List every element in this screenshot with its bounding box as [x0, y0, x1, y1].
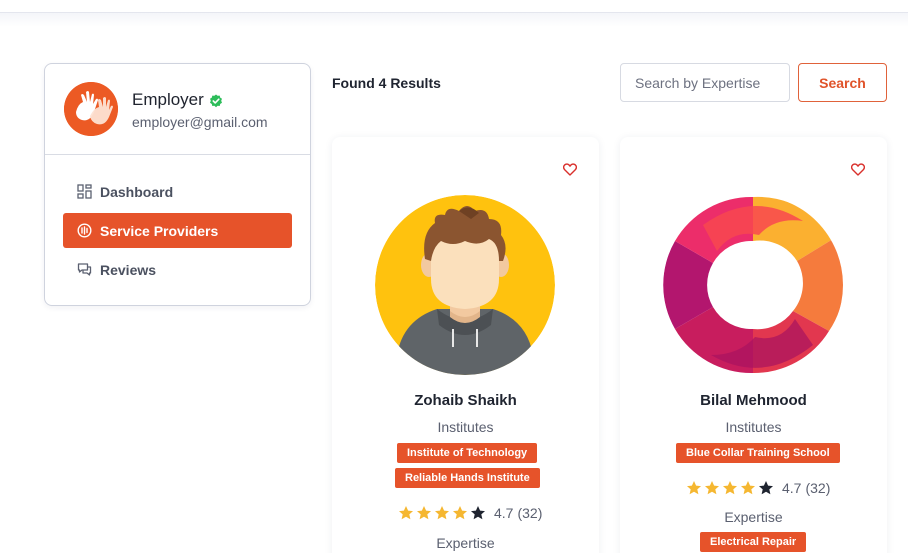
sidebar-item-dashboard[interactable]: Dashboard — [63, 174, 292, 209]
provider-category: Institutes — [725, 419, 782, 435]
provider-rating: 4.7 (32) — [686, 480, 830, 496]
service-providers-icon — [77, 223, 92, 238]
star-empty-icon — [759, 481, 773, 495]
provider-name[interactable]: Zohaib Shaikh — [332, 392, 599, 409]
expertise-label: Expertise — [436, 535, 495, 551]
star-filled-icon — [453, 506, 467, 520]
rating-value: 4.7 — [782, 480, 802, 496]
expertise-label: Expertise — [724, 509, 783, 525]
provider-tag: Blue Collar Training School — [676, 443, 840, 463]
provider-category: Institutes — [437, 419, 494, 435]
sidebar-item-service-providers[interactable]: Service Providers — [63, 213, 292, 248]
provider-card[interactable]: Zohaib Shaikh Institutes Institute of Te… — [332, 137, 599, 553]
expertise-tag: Electrical Repair — [700, 532, 807, 552]
star-filled-icon — [705, 481, 719, 495]
sidebar-item-label: Dashboard — [100, 183, 174, 200]
review-count: (32) — [517, 505, 543, 521]
user-email: employer@gmail.com — [132, 114, 268, 130]
heart-icon[interactable] — [563, 163, 577, 176]
star-empty-icon — [471, 506, 485, 520]
provider-tag: Reliable Hands Institute — [395, 468, 540, 488]
star-filled-icon — [723, 481, 737, 495]
user-name: Employer — [132, 90, 204, 109]
rating-value: 4.7 — [494, 505, 514, 521]
review-count: (32) — [805, 480, 831, 496]
star-filled-icon — [687, 481, 701, 495]
sidebar-item-label: Reviews — [100, 261, 157, 278]
header-shadow — [0, 13, 908, 27]
provider-rating: 4.7 (32) — [398, 505, 542, 521]
reviews-chat-icon — [77, 263, 92, 276]
provider-tag: Institute of Technology — [397, 443, 538, 463]
provider-card[interactable]: Bilal Mehmood Institutes Blue Collar Tra… — [620, 137, 887, 553]
search-input[interactable] — [620, 63, 790, 102]
hands-logo-icon — [64, 82, 118, 136]
provider-name[interactable]: Bilal Mehmood — [620, 392, 887, 409]
verified-check-icon — [210, 94, 222, 108]
sidebar-item-label: Service Providers — [100, 222, 219, 239]
search-button[interactable]: Search — [798, 63, 887, 102]
ring-logo-icon — [663, 195, 843, 375]
top-header — [0, 0, 908, 13]
person-avatar-icon — [375, 195, 555, 375]
dashboard-grid-icon — [77, 184, 92, 199]
star-filled-icon — [435, 506, 449, 520]
star-filled-icon — [417, 506, 431, 520]
star-filled-icon — [399, 506, 413, 520]
star-filled-icon — [741, 481, 755, 495]
sidebar: Employer employer@gmail.com Dashboard Se… — [44, 63, 311, 306]
heart-icon[interactable] — [851, 163, 865, 176]
profile-section: Employer employer@gmail.com — [45, 64, 310, 155]
results-count: Found 4 Results — [332, 75, 441, 91]
sidebar-item-reviews[interactable]: Reviews — [63, 252, 292, 287]
